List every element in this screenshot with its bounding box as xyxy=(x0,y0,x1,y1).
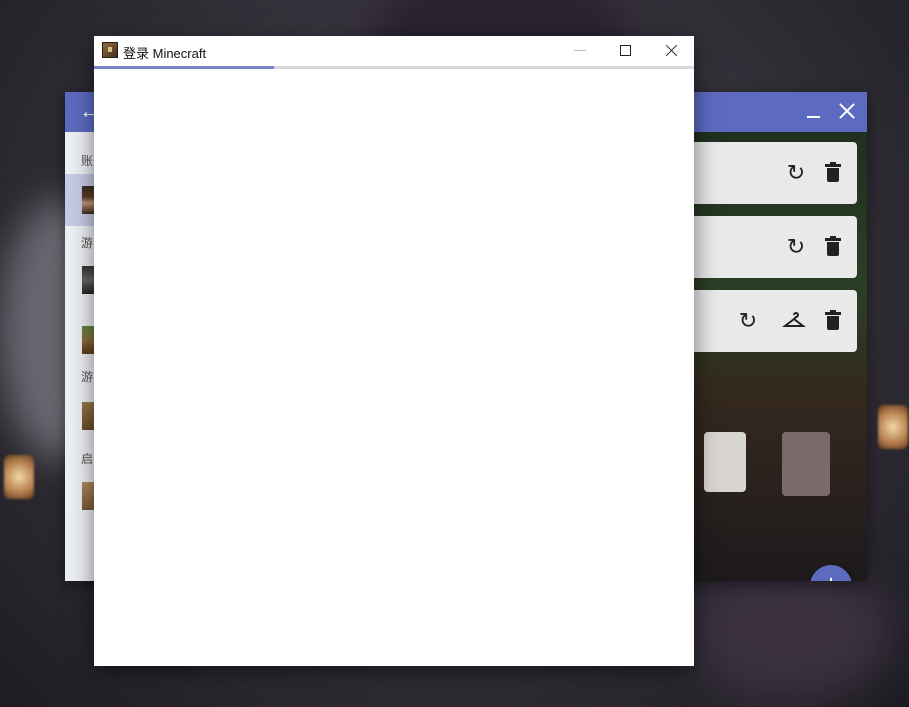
sidebar-item-launcher[interactable] xyxy=(65,470,94,522)
section-label: 游 xyxy=(81,236,94,250)
close-button[interactable] xyxy=(833,98,861,126)
sidebar-item-account[interactable] xyxy=(65,174,94,226)
trash-icon[interactable] xyxy=(825,310,841,332)
chest-icon xyxy=(82,326,94,354)
sidebar-item-game[interactable] xyxy=(65,314,94,366)
section-label: 游 xyxy=(81,370,94,384)
minimize-button[interactable] xyxy=(799,96,829,128)
account-card[interactable]: ↻ xyxy=(694,216,857,278)
refresh-icon[interactable]: ↻ xyxy=(784,161,808,185)
lantern-left xyxy=(4,455,34,499)
account-list: ↻ ↻ ↻ + xyxy=(694,132,867,581)
minimize-button[interactable] xyxy=(566,42,594,62)
dialog-title: 登录 Minecraft xyxy=(123,46,207,61)
lantern-right xyxy=(878,405,908,449)
refresh-icon[interactable]: ↻ xyxy=(736,309,760,333)
trash-icon[interactable] xyxy=(825,236,841,258)
login-dialog: 登录 Minecraft xyxy=(94,36,694,666)
section-label: 启 xyxy=(81,452,94,466)
account-card[interactable]: ↻ xyxy=(694,290,857,352)
chest-icon xyxy=(82,482,94,510)
hanger-icon[interactable] xyxy=(782,309,806,333)
refresh-icon[interactable]: ↻ xyxy=(784,235,808,259)
sidebar-item-game[interactable] xyxy=(65,390,94,442)
section-label: 账 xyxy=(81,154,94,168)
dialog-titlebar: 登录 Minecraft xyxy=(94,36,694,66)
rabbit-image xyxy=(782,432,830,496)
close-button[interactable] xyxy=(658,40,686,62)
minecraft-chest-icon xyxy=(102,42,118,58)
block-icon xyxy=(82,266,94,294)
maximize-button[interactable] xyxy=(612,42,640,62)
player-head-icon xyxy=(82,186,94,214)
account-sidebar: 账 游 游 启 xyxy=(65,132,94,581)
login-web-content[interactable] xyxy=(94,69,694,666)
sidebar-item-game[interactable] xyxy=(65,254,94,306)
account-card[interactable]: ↻ xyxy=(694,142,857,204)
add-account-button[interactable]: + xyxy=(810,565,852,581)
trash-icon[interactable] xyxy=(825,162,841,184)
chest-icon xyxy=(82,402,94,430)
rabbit-image xyxy=(704,432,746,492)
